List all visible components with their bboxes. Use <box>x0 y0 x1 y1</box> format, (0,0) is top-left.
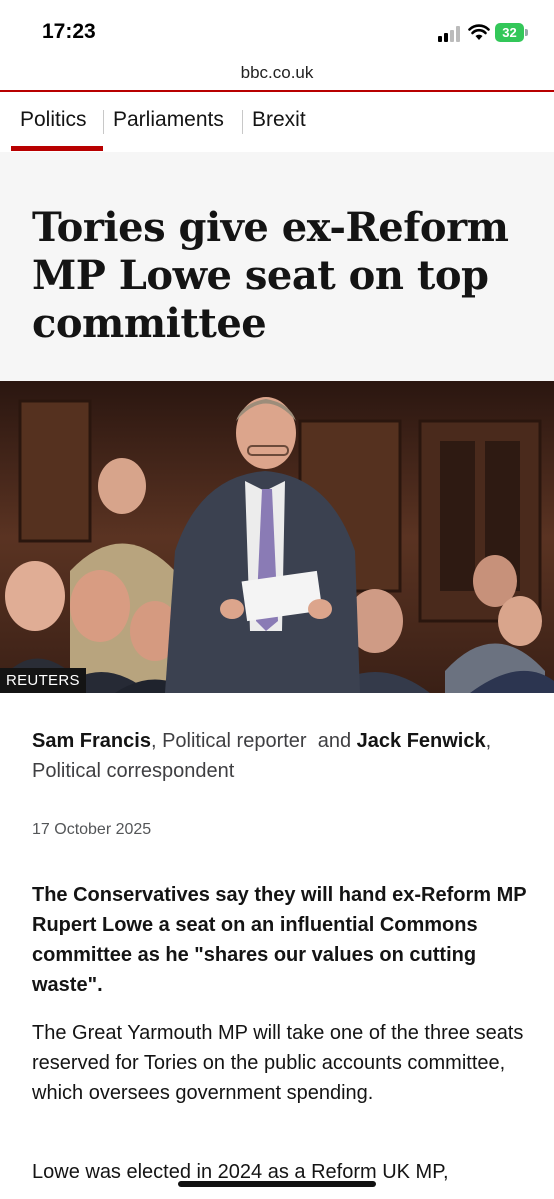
commons-chamber-photo <box>0 381 554 693</box>
publish-date: 17 October 2025 <box>32 821 152 838</box>
image-credit: REUTERS <box>0 668 86 693</box>
active-tab-indicator <box>11 146 103 151</box>
byline: Sam Francis, Political reporter and Jack… <box>32 726 532 786</box>
wifi-icon <box>468 24 490 40</box>
article-headline: Tories give ex-Reform MP Lowe seat on to… <box>32 204 509 347</box>
author-name: Sam Francis <box>32 730 151 752</box>
article-paragraph: The Great Yarmouth MP will take one of t… <box>32 1022 524 1104</box>
status-time: 17:23 <box>42 20 96 43</box>
section-nav: Politics Parliaments Brexit <box>0 92 554 152</box>
battery-icon: 32 <box>495 23 529 42</box>
status-bar: 17:23 32 <box>0 0 554 60</box>
nav-item-parliaments[interactable]: Parliaments <box>113 108 224 132</box>
battery-level: 32 <box>495 23 524 42</box>
article-lead: The Conservatives say they will hand ex-… <box>32 884 527 996</box>
byline-conjunction: and <box>317 730 352 752</box>
author-role: , Political reporter <box>150 730 307 752</box>
address-domain: bbc.co.uk <box>240 63 314 82</box>
home-indicator[interactable] <box>178 1181 376 1187</box>
author-name: Jack Fenwick <box>356 730 486 752</box>
nav-separator <box>103 110 104 134</box>
cellular-signal-icon <box>438 26 460 42</box>
nav-separator <box>242 110 243 134</box>
nav-item-politics[interactable]: Politics <box>20 108 87 132</box>
article-image: REUTERS <box>0 381 554 693</box>
nav-item-brexit[interactable]: Brexit <box>252 108 306 132</box>
headline-area: Tories give ex-Reform MP Lowe seat on to… <box>0 152 554 381</box>
address-bar[interactable]: bbc.co.uk <box>0 60 554 91</box>
